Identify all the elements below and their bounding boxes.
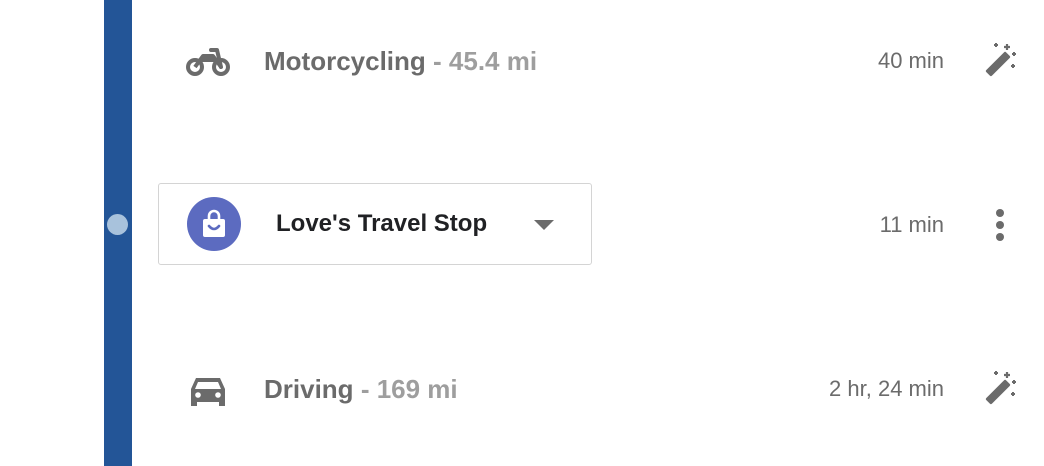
more-vert-icon[interactable] bbox=[986, 205, 1014, 245]
magic-wand-icon[interactable] bbox=[980, 40, 1020, 80]
stop-selector[interactable]: Love's Travel Stop bbox=[158, 183, 592, 265]
leg-duration: 40 min bbox=[877, 48, 944, 73]
motorcycle-icon bbox=[186, 44, 230, 80]
more-dot bbox=[996, 233, 1004, 241]
motorcycling-leg-label: Motorcycling - 45.4 mi bbox=[264, 45, 537, 77]
more-dot bbox=[996, 221, 1004, 229]
car-icon bbox=[188, 372, 228, 408]
shopping-bag-icon bbox=[187, 197, 241, 251]
travel-mode-label: Driving bbox=[264, 374, 354, 404]
leg-distance: - 45.4 mi bbox=[433, 46, 538, 76]
driving-leg-label: Driving - 169 mi bbox=[264, 373, 458, 405]
travel-mode-label: Motorcycling bbox=[264, 46, 426, 76]
leg-duration: 2 hr, 24 min bbox=[829, 376, 944, 401]
stop-waypoint-dot bbox=[107, 214, 128, 235]
leg-distance: - 169 mi bbox=[360, 374, 458, 404]
more-dot bbox=[996, 209, 1004, 217]
stop-duration: 11 min bbox=[879, 212, 944, 237]
directions-panel: Motorcycling - 45.4 mi 40 min Love's Tra… bbox=[0, 0, 1044, 466]
stop-name: Love's Travel Stop bbox=[276, 210, 488, 237]
magic-wand-icon[interactable] bbox=[980, 368, 1020, 408]
chevron-down-icon[interactable] bbox=[534, 220, 554, 230]
